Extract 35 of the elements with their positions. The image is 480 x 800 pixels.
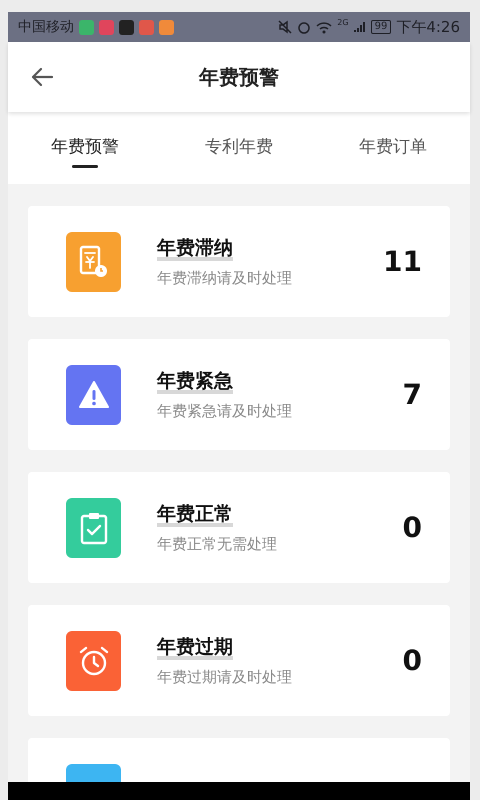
card-title: 年费正常: [157, 501, 233, 527]
app-notification-icon: [79, 20, 94, 34]
receipt-icon: [78, 244, 108, 278]
card-count: 11: [383, 245, 422, 278]
status-card[interactable]: 年费正常 年费正常无需处理 0: [28, 472, 450, 583]
clipboard-check-icon: [80, 510, 108, 544]
mute-icon: [278, 20, 292, 34]
card-count: 0: [402, 644, 422, 677]
app-notification-icon: [159, 20, 174, 34]
page-title: 年费预警: [199, 64, 279, 90]
card-subtitle: 年费正常无需处理: [157, 535, 278, 554]
warning-icon: [78, 380, 110, 410]
card-title: 年费滞纳: [157, 235, 233, 261]
app-notification-icon: [139, 20, 154, 34]
card-count: 7: [402, 378, 422, 411]
tab[interactable]: 年费订单: [357, 126, 429, 170]
card-subtitle: 年费滞纳请及时处理: [157, 269, 293, 288]
network-type: 2G: [337, 18, 349, 27]
app-notification-icon: [99, 20, 114, 34]
status-card[interactable]: 年费滞纳 年费滞纳请及时处理 11: [28, 206, 450, 317]
app-notification-icon: [119, 20, 134, 34]
tab[interactable]: 专利年费: [203, 126, 275, 170]
card-subtitle: 年费过期请及时处理: [157, 668, 293, 687]
battery-level: 99: [370, 20, 392, 34]
carrier-name: 中国移动: [18, 18, 74, 36]
tab[interactable]: 年费预警: [49, 126, 121, 170]
card-subtitle: 年费紧急请及时处理: [157, 402, 293, 421]
card-title: 年费紧急: [157, 368, 233, 394]
card-title: 年费过期: [157, 634, 233, 660]
card-count: 0: [402, 511, 422, 544]
status-card[interactable]: 年费紧急 年费紧急请及时处理 7: [28, 339, 450, 450]
status-card[interactable]: 年费过期 年费过期请及时处理 0: [28, 605, 450, 716]
status-time: 下午4:26: [396, 18, 460, 36]
signal-icon: [354, 21, 366, 33]
wifi-icon: [316, 20, 332, 34]
